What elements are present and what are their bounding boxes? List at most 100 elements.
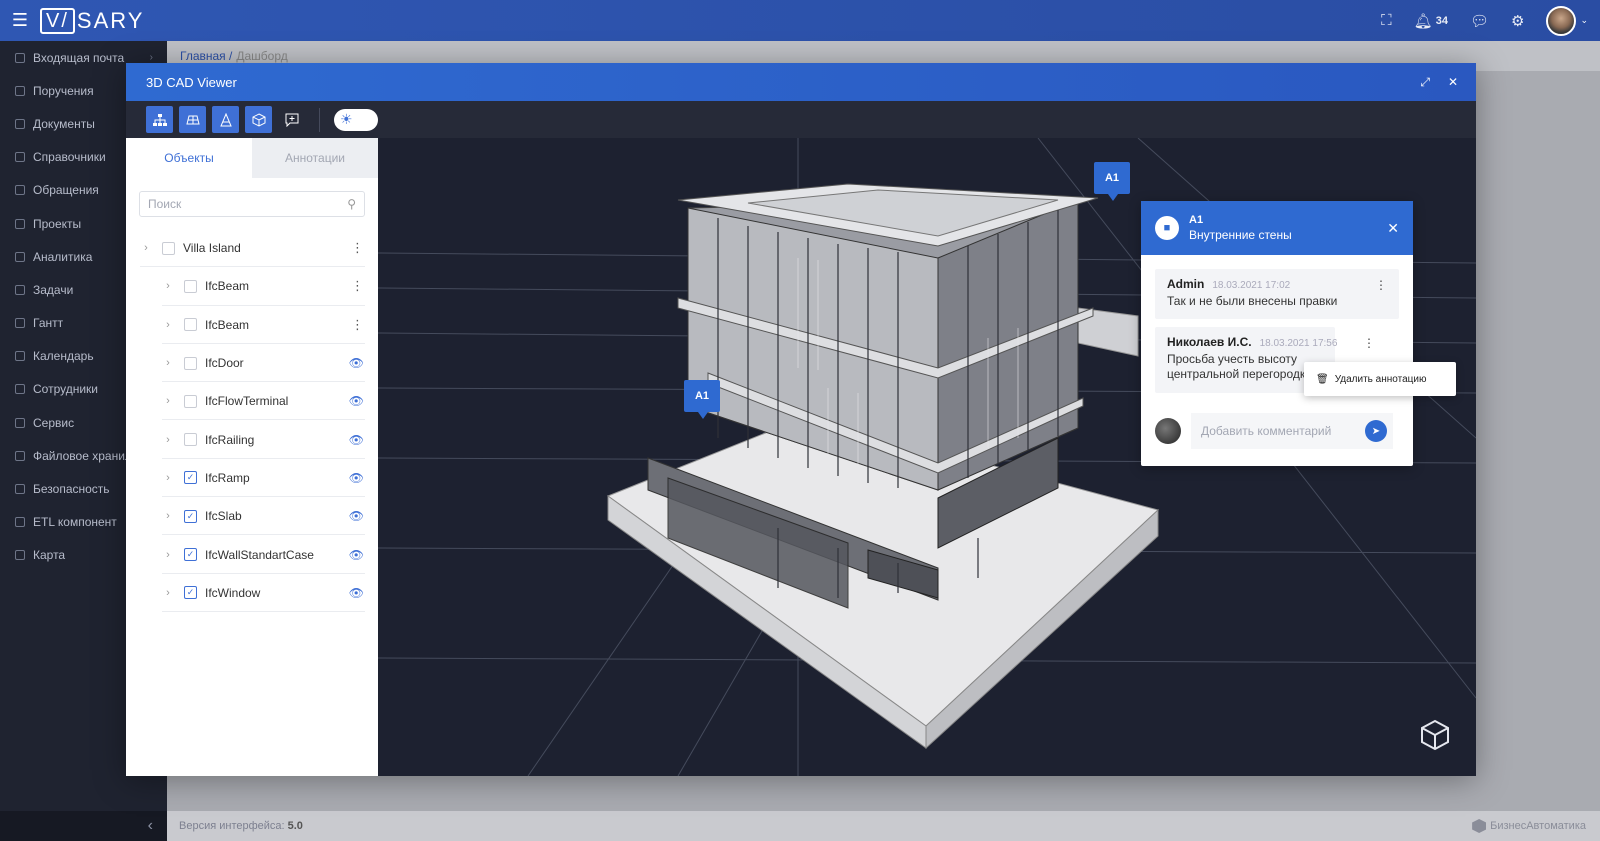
tree-node[interactable]: › ✓ IfcRamp 👁︎	[126, 459, 378, 498]
tree-node[interactable]: › IfcFlowTerminal 👁︎	[126, 382, 378, 421]
tree-node[interactable]: › ✓ IfcSlab 👁︎	[126, 497, 378, 536]
hierarchy-icon	[152, 113, 167, 126]
tree-checkbox[interactable]	[184, 433, 197, 447]
sidebar-item-label: Сервис	[33, 415, 75, 430]
tree-checkbox[interactable]	[162, 241, 175, 255]
fullscreen-icon[interactable]: ⛶	[1381, 12, 1392, 29]
more-vertical-icon[interactable]: ⋮	[351, 240, 364, 256]
delete-annotation-menu-item[interactable]: 🗑︎ Удалить аннотацию	[1304, 362, 1456, 396]
tree-node-label: IfcBeam	[205, 279, 250, 294]
tree-node[interactable]: › ✓ IfcWindow 👁︎	[126, 574, 378, 612]
expand-icon[interactable]: ⤢	[1420, 75, 1430, 90]
tree-checkbox[interactable]	[184, 356, 197, 370]
menu-item-icon	[15, 351, 25, 362]
chevron-right-icon[interactable]: ›	[162, 549, 174, 561]
tab-objects[interactable]: Объекты	[126, 138, 252, 178]
close-icon[interactable]: ✕	[1448, 75, 1458, 90]
chevron-down-icon[interactable]: ⌄	[1580, 15, 1588, 26]
more-vertical-icon[interactable]: ⋮	[351, 317, 364, 333]
notifications-button[interactable]: 🔔︎ 34	[1414, 12, 1448, 30]
sidebar-item-label: Поручения	[33, 83, 94, 98]
sidebar-item-label: Проекты	[33, 216, 82, 231]
tree-node[interactable]: › ✓ IfcWallStandartCase 👁︎	[126, 535, 378, 574]
eye-icon[interactable]: 👁︎	[349, 548, 364, 562]
more-vertical-icon[interactable]: ⋮	[351, 278, 364, 294]
eye-icon[interactable]: 👁︎	[349, 509, 364, 523]
tree-node-label: IfcWindow	[205, 585, 261, 600]
tree-node[interactable]: › Villa Island ⋮	[126, 229, 378, 268]
comment-item: Admin 18.03.2021 17:02 Так и не были внес…	[1155, 269, 1399, 319]
send-button[interactable]: ➤	[1365, 420, 1387, 442]
menu-item-icon	[15, 251, 25, 262]
chevron-right-icon[interactable]: ›	[162, 510, 174, 522]
chevron-right-icon[interactable]: ›	[162, 280, 174, 292]
annotation-marker[interactable]: A1	[684, 380, 720, 419]
close-icon[interactable]: ✕	[1387, 220, 1399, 237]
tree-node-label: IfcRailing	[205, 432, 255, 447]
chevron-right-icon[interactable]: ›	[162, 472, 174, 484]
tree-checkbox[interactable]	[184, 279, 197, 293]
more-vertical-icon[interactable]: ⋮	[1375, 278, 1387, 292]
sidebar-item-label: Обращения	[33, 183, 99, 198]
tree-node[interactable]: › IfcRailing 👁︎	[126, 420, 378, 459]
comment-input[interactable]: Добавить комментарий	[1191, 413, 1393, 449]
sidebar-item-label: Безопасность	[33, 482, 110, 497]
tab-annotations[interactable]: Аннотации	[252, 138, 378, 178]
eye-icon[interactable]: 👁︎	[349, 586, 364, 600]
eye-icon[interactable]: 👁︎	[349, 433, 364, 447]
breadcrumb-home[interactable]: Главная /	[180, 49, 232, 63]
theme-toggle[interactable]: ☀	[334, 108, 378, 131]
add-annotation-button[interactable]	[278, 106, 305, 133]
menu-item-icon	[15, 384, 25, 395]
chevron-right-icon[interactable]: ›	[162, 434, 174, 446]
marker-label: A1	[694, 390, 710, 402]
tree-checkbox[interactable]: ✓	[184, 548, 197, 562]
cube-tool-button[interactable]	[245, 106, 272, 133]
tree-checkbox[interactable]: ✓	[184, 509, 197, 523]
eye-icon[interactable]: 👁︎	[349, 471, 364, 485]
comment-author: Николаев И.С.	[1167, 335, 1252, 349]
brand-logo-icon	[1472, 819, 1487, 833]
chat-icon[interactable]: 💬︎	[1470, 12, 1489, 30]
gear-icon[interactable]: ⚙	[1511, 12, 1524, 30]
tree-checkbox[interactable]	[184, 318, 197, 332]
annotation-marker[interactable]: A1	[1094, 162, 1130, 201]
hierarchy-tool-button[interactable]	[146, 106, 173, 133]
tree-node[interactable]: › IfcBeam ⋮	[126, 306, 378, 344]
annotation-popup: ■ A1 Внутренние стены ✕ Admin 18.03.2021 …	[1141, 201, 1413, 466]
tree-node[interactable]: › IfcBeam ⋮	[126, 267, 378, 306]
tree-checkbox[interactable]	[184, 394, 197, 408]
user-avatar[interactable]	[1546, 5, 1577, 36]
chevron-right-icon[interactable]: ›	[162, 357, 174, 369]
notification-count: 34	[1435, 14, 1448, 27]
menu-item-icon	[15, 118, 25, 129]
tree-node[interactable]: › IfcDoor 👁︎	[126, 344, 378, 383]
measure-tool-button[interactable]	[212, 106, 239, 133]
chevron-right-icon[interactable]: ›	[162, 395, 174, 407]
menu-icon[interactable]: ☰	[0, 0, 40, 41]
sidebar-collapse-button[interactable]: ‹	[0, 811, 167, 841]
eye-icon[interactable]: 👁︎	[349, 356, 364, 370]
search-input[interactable]: Поиск ⚲	[139, 191, 365, 217]
plane-tool-button[interactable]	[179, 106, 206, 133]
viewer-toolbar: ☀	[126, 101, 1476, 138]
chevron-right-icon[interactable]: ›	[162, 319, 174, 331]
tree-checkbox[interactable]: ✓	[184, 471, 197, 485]
row-divider	[162, 610, 365, 612]
logo-text: SARY	[76, 7, 145, 33]
chevron-right-icon[interactable]: ›	[162, 587, 174, 599]
top-bar: ☰ V/ SARY ⛶ 🔔︎ 34 💬︎ ⚙ ⌄	[0, 0, 1600, 41]
chevron-right-icon[interactable]: ›	[140, 242, 152, 254]
app-logo[interactable]: V/ SARY	[40, 7, 145, 34]
bell-icon: 🔔︎	[1413, 12, 1433, 30]
search-placeholder: Поиск	[148, 197, 182, 211]
footer-brand: БизнесАвтоматика	[1472, 819, 1586, 833]
view-cube-icon[interactable]	[1418, 718, 1452, 752]
comment-text: Так и не были внесены правки	[1167, 294, 1338, 308]
more-vertical-icon[interactable]: ⋮	[1363, 336, 1375, 350]
menu-item-icon	[15, 550, 25, 561]
sidebar-item-label: Файловое хранил	[33, 448, 132, 463]
tree-checkbox[interactable]: ✓	[184, 586, 197, 600]
toolbar-divider	[319, 107, 320, 132]
eye-icon[interactable]: 👁︎	[349, 394, 364, 408]
